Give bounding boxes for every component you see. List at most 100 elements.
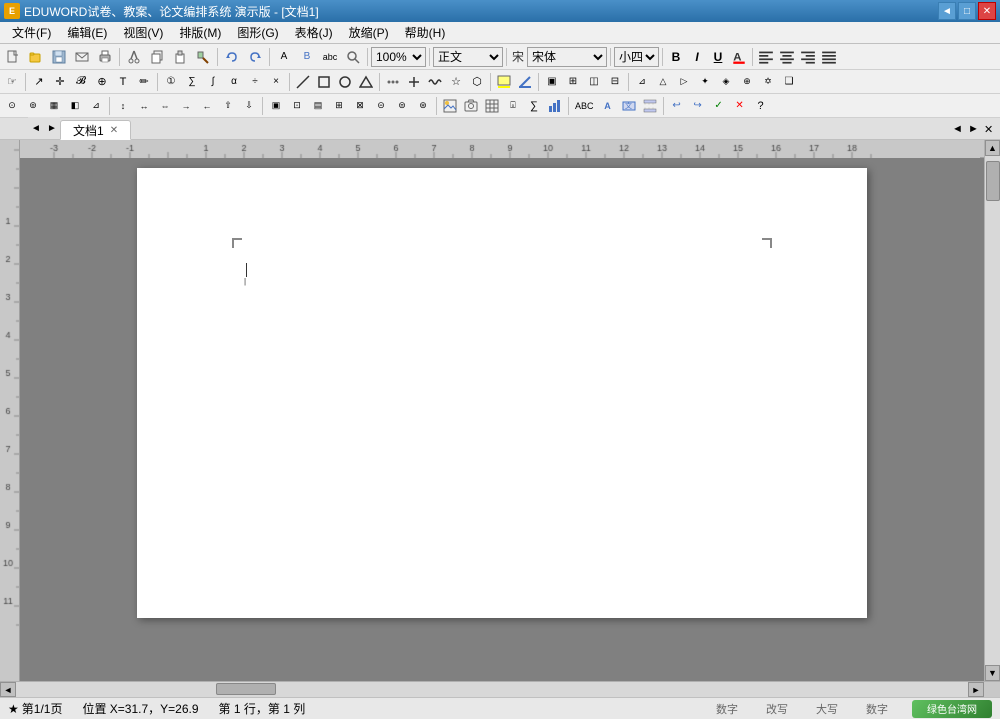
r3-chart[interactable] [545, 96, 565, 116]
r3-btn4[interactable]: ◧ [65, 96, 85, 116]
draw-line-color[interactable] [515, 72, 535, 92]
align-right-button[interactable] [798, 47, 818, 67]
special-alpha[interactable]: α [224, 72, 244, 92]
tb-extra-1[interactable]: ▣ [542, 72, 562, 92]
hscroll-track[interactable] [16, 682, 968, 697]
tb-btn-a[interactable]: A [273, 47, 295, 67]
draw-hex[interactable]: ⬡ [467, 72, 487, 92]
paste-button[interactable] [169, 47, 191, 67]
draw-color-fill[interactable] [494, 72, 514, 92]
r3-undo2[interactable]: ↩ [667, 96, 687, 116]
menu-zoom[interactable]: 放缩(P) [341, 22, 397, 43]
r3-btn17[interactable]: ⊠ [350, 96, 370, 116]
menu-help[interactable]: 帮助(H) [397, 22, 454, 43]
tb-btn-c[interactable]: abc [319, 47, 341, 67]
undo-button[interactable] [221, 47, 243, 67]
special-x[interactable]: × [266, 72, 286, 92]
zoom-select[interactable]: 100% 75% 50% 125% 150% [371, 47, 426, 67]
tb-extra-7[interactable]: ▷ [674, 72, 694, 92]
special-num[interactable]: ① [161, 72, 181, 92]
tb-extra-6[interactable]: △ [653, 72, 673, 92]
draw-edit[interactable]: 𝓑 [71, 72, 91, 92]
tab-close-btn[interactable]: ✕ [110, 125, 118, 136]
tb-extra-9[interactable]: ◈ [716, 72, 736, 92]
underline-button[interactable]: U [708, 47, 728, 67]
tab-next-button[interactable]: ► [968, 123, 984, 139]
r3-word-art[interactable]: A [598, 96, 618, 116]
tb-extra-10[interactable]: ⊕ [737, 72, 757, 92]
menu-graphics[interactable]: 图形(G) [229, 22, 286, 43]
menu-table[interactable]: 表格(J) [287, 22, 341, 43]
tab-close-all[interactable]: ✕ [984, 123, 1000, 139]
r3-btn15[interactable]: ▤ [308, 96, 328, 116]
draw-wave[interactable] [425, 72, 445, 92]
tb-btn-b[interactable]: B [296, 47, 318, 67]
draw-type[interactable]: T [113, 72, 133, 92]
draw-cursor[interactable]: ☞ [2, 72, 22, 92]
draw-triangle[interactable] [356, 72, 376, 92]
find-button[interactable] [342, 47, 364, 67]
tb-extra-2[interactable]: ⊞ [563, 72, 583, 92]
close-button[interactable]: ✕ [978, 2, 996, 20]
save-button[interactable] [48, 47, 70, 67]
draw-arrow[interactable]: ↗ [29, 72, 49, 92]
align-center-button[interactable] [777, 47, 797, 67]
r3-header-footer[interactable] [640, 96, 660, 116]
cut-button[interactable] [123, 47, 145, 67]
menu-view[interactable]: 视图(V) [115, 22, 171, 43]
window-controls[interactable]: ◄ □ ✕ [938, 2, 996, 20]
redo-button[interactable] [244, 47, 266, 67]
minimize-button[interactable]: ◄ [938, 2, 956, 20]
special-sigma[interactable]: ∫ [203, 72, 223, 92]
font-color-button[interactable]: A [729, 47, 749, 67]
hscroll-thumb[interactable] [216, 683, 276, 695]
tb-extra-11[interactable]: ✡ [758, 72, 778, 92]
r3-redo2[interactable]: ↪ [688, 96, 708, 116]
tb-extra-4[interactable]: ⊟ [605, 72, 625, 92]
r3-btn11[interactable]: ⇧ [218, 96, 238, 116]
r3-btn3[interactable]: ▦ [44, 96, 64, 116]
scroll-thumb[interactable] [986, 161, 1000, 201]
r3-btn18[interactable]: ⊝ [371, 96, 391, 116]
menu-format[interactable]: 排版(M) [171, 22, 229, 43]
copy-button[interactable] [146, 47, 168, 67]
hscroll-right-button[interactable]: ► [968, 682, 984, 697]
r3-btn20[interactable]: ⊛ [413, 96, 433, 116]
scroll-up-button[interactable]: ▲ [985, 140, 1000, 156]
r3-check[interactable]: ✓ [709, 96, 729, 116]
r3-btn7[interactable]: ↔ [134, 96, 154, 116]
bold-button[interactable]: B [666, 47, 686, 67]
special-fn[interactable]: ∑ [182, 72, 202, 92]
editor-area[interactable]: | [20, 140, 984, 681]
r3-btn5[interactable]: ⊿ [86, 96, 106, 116]
tab-scroll-left[interactable]: ◄ [28, 117, 44, 139]
menu-edit[interactable]: 编辑(E) [59, 22, 115, 43]
format-painter-button[interactable] [192, 47, 214, 67]
maximize-button[interactable]: □ [958, 2, 976, 20]
draw-move[interactable]: ✛ [50, 72, 70, 92]
style-select[interactable]: 正文 标题1 标题2 [433, 47, 503, 67]
tb-extra-5[interactable]: ⊿ [632, 72, 652, 92]
tab-doc1[interactable]: 文档1 ✕ [60, 120, 131, 140]
r3-formula[interactable]: ∑ [524, 96, 544, 116]
r3-btn13[interactable]: ▣ [266, 96, 286, 116]
scroll-down-button[interactable]: ▼ [985, 665, 1000, 681]
draw-plus[interactable] [404, 72, 424, 92]
scroll-track[interactable] [985, 156, 1000, 665]
tb-extra-12[interactable]: ❑ [779, 72, 799, 92]
draw-circle[interactable] [335, 72, 355, 92]
open-button[interactable] [25, 47, 47, 67]
r3-photo[interactable] [461, 96, 481, 116]
r3-btn10[interactable]: ← [197, 96, 217, 116]
draw-pencil[interactable]: ✏ [134, 72, 154, 92]
tb-extra-8[interactable]: ✦ [695, 72, 715, 92]
special-div[interactable]: ÷ [245, 72, 265, 92]
align-left-button[interactable] [756, 47, 776, 67]
r3-help[interactable]: ? [751, 96, 771, 116]
r3-btn1[interactable]: ⊙ [2, 96, 22, 116]
r3-x[interactable]: ✕ [730, 96, 750, 116]
hscroll-left-button[interactable]: ◄ [0, 682, 16, 697]
r3-spellcheck[interactable]: ABC [572, 96, 597, 116]
r3-watermark[interactable]: 文 [619, 96, 639, 116]
document-page[interactable]: | [137, 168, 867, 618]
